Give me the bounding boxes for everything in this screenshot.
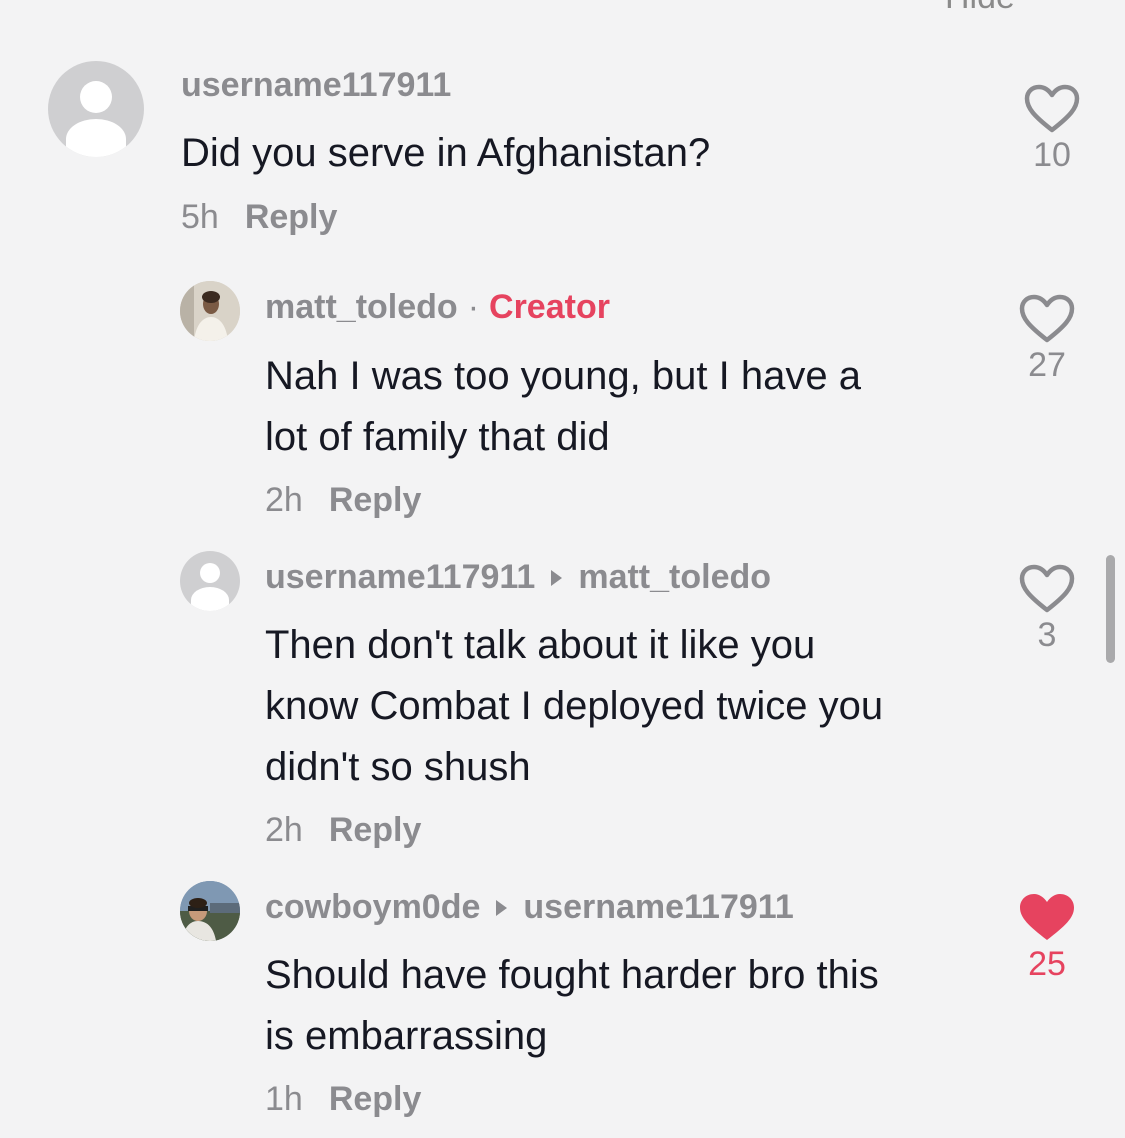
reply-to-username[interactable]: matt_toledo — [578, 558, 771, 597]
comment-text-line: Should have fought harder bro this — [265, 953, 879, 997]
comment-username-row: cowboym0de username117911 — [265, 888, 794, 927]
triangle-right-icon — [496, 899, 508, 916]
heart-filled-icon — [1020, 894, 1074, 940]
comment-username[interactable]: matt_toledo — [265, 288, 458, 327]
comment-username-row: username117911 — [181, 66, 451, 105]
comment-meta: 1h Reply — [265, 1080, 421, 1119]
comment-text-line: know Combat I deployed twice you — [265, 684, 884, 728]
reply-button[interactable]: Reply — [329, 811, 422, 850]
comment-username[interactable]: username117911 — [265, 558, 535, 597]
comment-timestamp: 2h — [265, 811, 303, 849]
hide-replies-link[interactable]: Hide — [945, 0, 1015, 17]
comment-username-row: matt_toledo · Creator — [265, 288, 610, 327]
reply-button[interactable]: Reply — [245, 198, 338, 237]
heart-outline-icon — [1019, 564, 1075, 613]
comment-text: Then don't talk about it like you know C… — [265, 615, 883, 798]
comment-meta: 5h Reply — [181, 198, 337, 237]
comment-username[interactable]: username117911 — [181, 66, 451, 105]
comment-username-row: username117911 matt_toledo — [265, 558, 771, 597]
avatar[interactable] — [180, 281, 240, 341]
reply-button[interactable]: Reply — [329, 481, 422, 520]
comment-timestamp: 1h — [265, 1080, 303, 1118]
comment-text: Should have fought harder bro this is em… — [265, 945, 879, 1067]
reply-button[interactable]: Reply — [329, 1080, 422, 1119]
comment-text-line: is embarrassing — [265, 1014, 548, 1058]
scrollbar-thumb[interactable] — [1106, 555, 1115, 663]
comment-text-line: didn't so shush — [265, 745, 531, 789]
reply-to-username[interactable]: username117911 — [523, 888, 793, 927]
like-count: 25 — [1028, 945, 1066, 983]
creator-badge: Creator — [489, 288, 610, 326]
like-count: 10 — [1033, 136, 1071, 174]
comment-timestamp: 5h — [181, 198, 219, 236]
like-button[interactable]: 3 — [1007, 564, 1087, 655]
profile-photo — [180, 281, 240, 341]
avatar[interactable] — [180, 881, 240, 941]
comment-text-line: Did you serve in Afghanistan? — [181, 131, 711, 175]
heart-outline-icon — [1024, 84, 1080, 133]
comment-text-line: lot of family that did — [265, 415, 610, 459]
comment-text-line: Then don't talk about it like you — [265, 623, 816, 667]
comment-text: Nah I was too young, but I have a lot of… — [265, 346, 861, 468]
comment-timestamp: 2h — [265, 481, 303, 519]
default-avatar-icon[interactable] — [180, 551, 240, 611]
comments-panel: Hide username117911 Did you serve in Afg… — [0, 0, 1125, 1138]
like-count: 3 — [1037, 616, 1057, 654]
comment-meta: 2h Reply — [265, 481, 421, 520]
comment-meta: 2h Reply — [265, 811, 421, 850]
comment-text: Did you serve in Afghanistan? — [181, 123, 710, 184]
comment-username[interactable]: cowboym0de — [265, 888, 480, 927]
default-avatar-icon[interactable] — [48, 61, 144, 157]
triangle-right-icon — [551, 569, 563, 586]
heart-outline-icon — [1019, 294, 1075, 343]
like-button[interactable]: 10 — [1012, 84, 1092, 175]
separator-dot: · — [467, 288, 480, 326]
like-count: 27 — [1028, 346, 1066, 384]
comment-text-line: Nah I was too young, but I have a — [265, 354, 861, 398]
like-button[interactable]: 25 — [1007, 893, 1087, 984]
profile-photo — [180, 881, 240, 941]
like-button[interactable]: 27 — [1007, 294, 1087, 385]
